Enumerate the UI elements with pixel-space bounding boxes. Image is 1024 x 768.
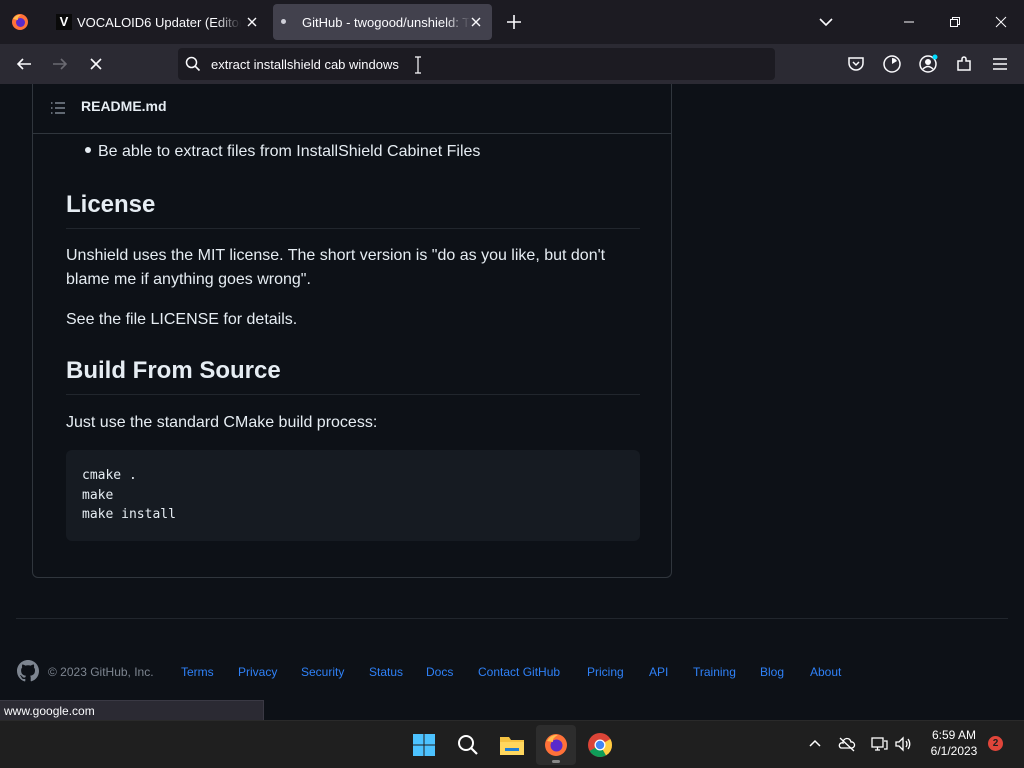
- extension-timer-icon[interactable]: [882, 54, 902, 74]
- vocaloid-favicon-icon: V: [56, 14, 72, 30]
- code-line: make install: [82, 507, 176, 522]
- hamburger-menu-icon[interactable]: [990, 54, 1010, 74]
- volume-icon[interactable]: [894, 735, 912, 753]
- pocket-icon[interactable]: [846, 54, 866, 74]
- tab-strip: V VOCALOID6 Updater (Editor, Vo GitHub -…: [0, 0, 1024, 44]
- firefox-icon: [545, 734, 567, 756]
- license-paragraph: Unshield uses the MIT license. The short…: [66, 247, 606, 288]
- build-paragraph: Just use the standard CMake build proces…: [66, 414, 378, 431]
- footer-link-blog[interactable]: Blog: [760, 665, 784, 679]
- tab-github[interactable]: GitHub - twogood/unshield: To: [273, 4, 492, 40]
- back-arrow-icon[interactable]: [14, 54, 34, 74]
- chrome-icon: [588, 733, 612, 758]
- firefox-menu-icon[interactable]: [10, 12, 30, 32]
- tab-title: GitHub - twogood/unshield: To: [302, 15, 470, 30]
- new-tab-plus-icon[interactable]: [504, 12, 524, 32]
- list-all-tabs-chevron-icon[interactable]: [816, 12, 836, 32]
- license-details-paragraph: See the file LICENSE for details.: [66, 311, 298, 328]
- close-window-icon: [995, 16, 1007, 28]
- taskbar-firefox[interactable]: [536, 725, 576, 765]
- license-heading: License: [66, 190, 640, 229]
- footer-link-docs[interactable]: Docs: [426, 665, 453, 679]
- restore-button[interactable]: [932, 0, 978, 44]
- taskbar-chrome[interactable]: [580, 725, 620, 765]
- github-logo-icon[interactable]: [16, 659, 40, 683]
- restore-icon: [950, 17, 960, 27]
- readme-header: README.md: [33, 84, 671, 134]
- code-block[interactable]: cmake . make make install: [66, 450, 640, 541]
- windows-logo-icon: [413, 734, 435, 756]
- show-hidden-icons-chevron-icon[interactable]: [806, 735, 824, 753]
- close-window-button[interactable]: [978, 0, 1024, 44]
- list-item: Be able to extract files from InstallShi…: [98, 143, 481, 160]
- copyright-text: © 2023 GitHub, Inc.: [48, 665, 154, 679]
- minimize-button[interactable]: [886, 0, 932, 44]
- bullet-icon: [85, 147, 91, 153]
- footer-link-contact-github[interactable]: Contact GitHub: [478, 665, 560, 679]
- search-icon: [185, 56, 201, 72]
- search-icon: [458, 735, 478, 755]
- footer-link-about[interactable]: About: [810, 665, 841, 679]
- clock-date: 6/1/2023: [930, 744, 978, 758]
- stop-loading-icon[interactable]: [86, 54, 106, 74]
- footer-link-terms[interactable]: Terms: [181, 665, 214, 679]
- folder-icon: [500, 737, 524, 755]
- taskbar-search-button[interactable]: [448, 725, 488, 765]
- table-of-contents-icon[interactable]: [50, 100, 66, 116]
- notification-count-badge[interactable]: 2: [988, 736, 1003, 751]
- code-line: cmake .: [82, 468, 137, 483]
- network-icon[interactable]: [870, 735, 888, 753]
- windows-taskbar: [0, 720, 1024, 768]
- taskbar-file-explorer[interactable]: [492, 725, 532, 765]
- tab-title: VOCALOID6 Updater (Editor, Vo: [77, 15, 241, 30]
- clock-time: 6:59 AM: [931, 728, 977, 742]
- link-status-tooltip: www.google.com: [0, 700, 264, 721]
- page-footer: © 2023 GitHub, Inc. Terms Privacy Securi…: [16, 618, 1008, 682]
- active-app-indicator: [552, 760, 560, 763]
- footer-link-training[interactable]: Training: [693, 665, 736, 679]
- close-tab-icon[interactable]: [468, 14, 484, 30]
- minimize-icon: [904, 21, 914, 23]
- onedrive-offline-icon[interactable]: [838, 735, 856, 753]
- footer-link-pricing[interactable]: Pricing: [587, 665, 624, 679]
- footer-link-api[interactable]: API: [649, 665, 668, 679]
- code-line: make: [82, 487, 114, 503]
- build-heading: Build From Source: [66, 356, 640, 395]
- forward-arrow-icon[interactable]: [50, 54, 70, 74]
- footer-link-privacy[interactable]: Privacy: [238, 665, 277, 679]
- tab-vocaloid[interactable]: V VOCALOID6 Updater (Editor, Vo: [44, 4, 268, 40]
- account-avatar-icon[interactable]: [918, 54, 938, 74]
- readme-container: README.md Be able to extract files from …: [32, 84, 672, 578]
- start-button[interactable]: [404, 725, 444, 765]
- github-page: README.md Be able to extract files from …: [0, 84, 1024, 720]
- footer-link-status[interactable]: Status: [369, 665, 403, 679]
- system-clock[interactable]: 6:59 AM 6/1/2023: [920, 727, 988, 759]
- extensions-puzzle-icon[interactable]: [954, 54, 974, 74]
- address-bar-text[interactable]: extract installshield cab windows: [211, 57, 399, 72]
- footer-link-security[interactable]: Security: [301, 665, 344, 679]
- loading-dot-icon: [281, 19, 286, 24]
- close-tab-icon[interactable]: [244, 14, 260, 30]
- readme-file-name[interactable]: README.md: [81, 98, 167, 114]
- text-cursor-icon: [415, 56, 421, 74]
